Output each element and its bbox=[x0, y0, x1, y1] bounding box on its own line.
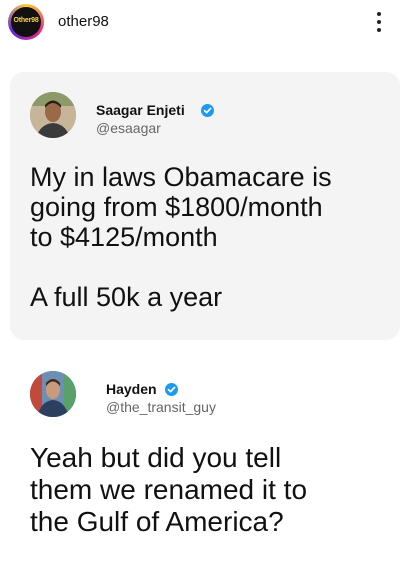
account-avatar[interactable]: Other98 bbox=[8, 4, 44, 40]
tweet-author-handle[interactable]: @the_transit_guy bbox=[106, 399, 216, 415]
verified-badge-icon bbox=[201, 104, 214, 117]
post-header: Other98 other98 bbox=[0, 0, 410, 46]
verified-badge-icon bbox=[165, 383, 178, 396]
account-avatar-image: Other98 bbox=[11, 7, 41, 37]
tweet-author-name[interactable]: Saagar Enjeti bbox=[96, 102, 185, 118]
tweet-card-1: Saagar Enjeti @esaagar My in laws Obamac… bbox=[10, 72, 400, 340]
avatar[interactable] bbox=[30, 92, 76, 138]
tweet-text: Yeah but did you tell them we renamed it… bbox=[30, 442, 308, 537]
account-username[interactable]: other98 bbox=[58, 13, 109, 30]
tweet-text: My in laws Obamacare is going from $1800… bbox=[30, 162, 332, 312]
account-avatar-logo-text: Other98 bbox=[13, 17, 39, 24]
tweet-author-handle[interactable]: @esaagar bbox=[96, 120, 161, 136]
avatar[interactable] bbox=[30, 371, 76, 417]
tweet-author-name[interactable]: Hayden bbox=[106, 381, 157, 397]
person-avatar-image bbox=[30, 371, 76, 417]
person-avatar-image bbox=[30, 92, 76, 138]
more-vertical-icon[interactable] bbox=[372, 10, 386, 34]
